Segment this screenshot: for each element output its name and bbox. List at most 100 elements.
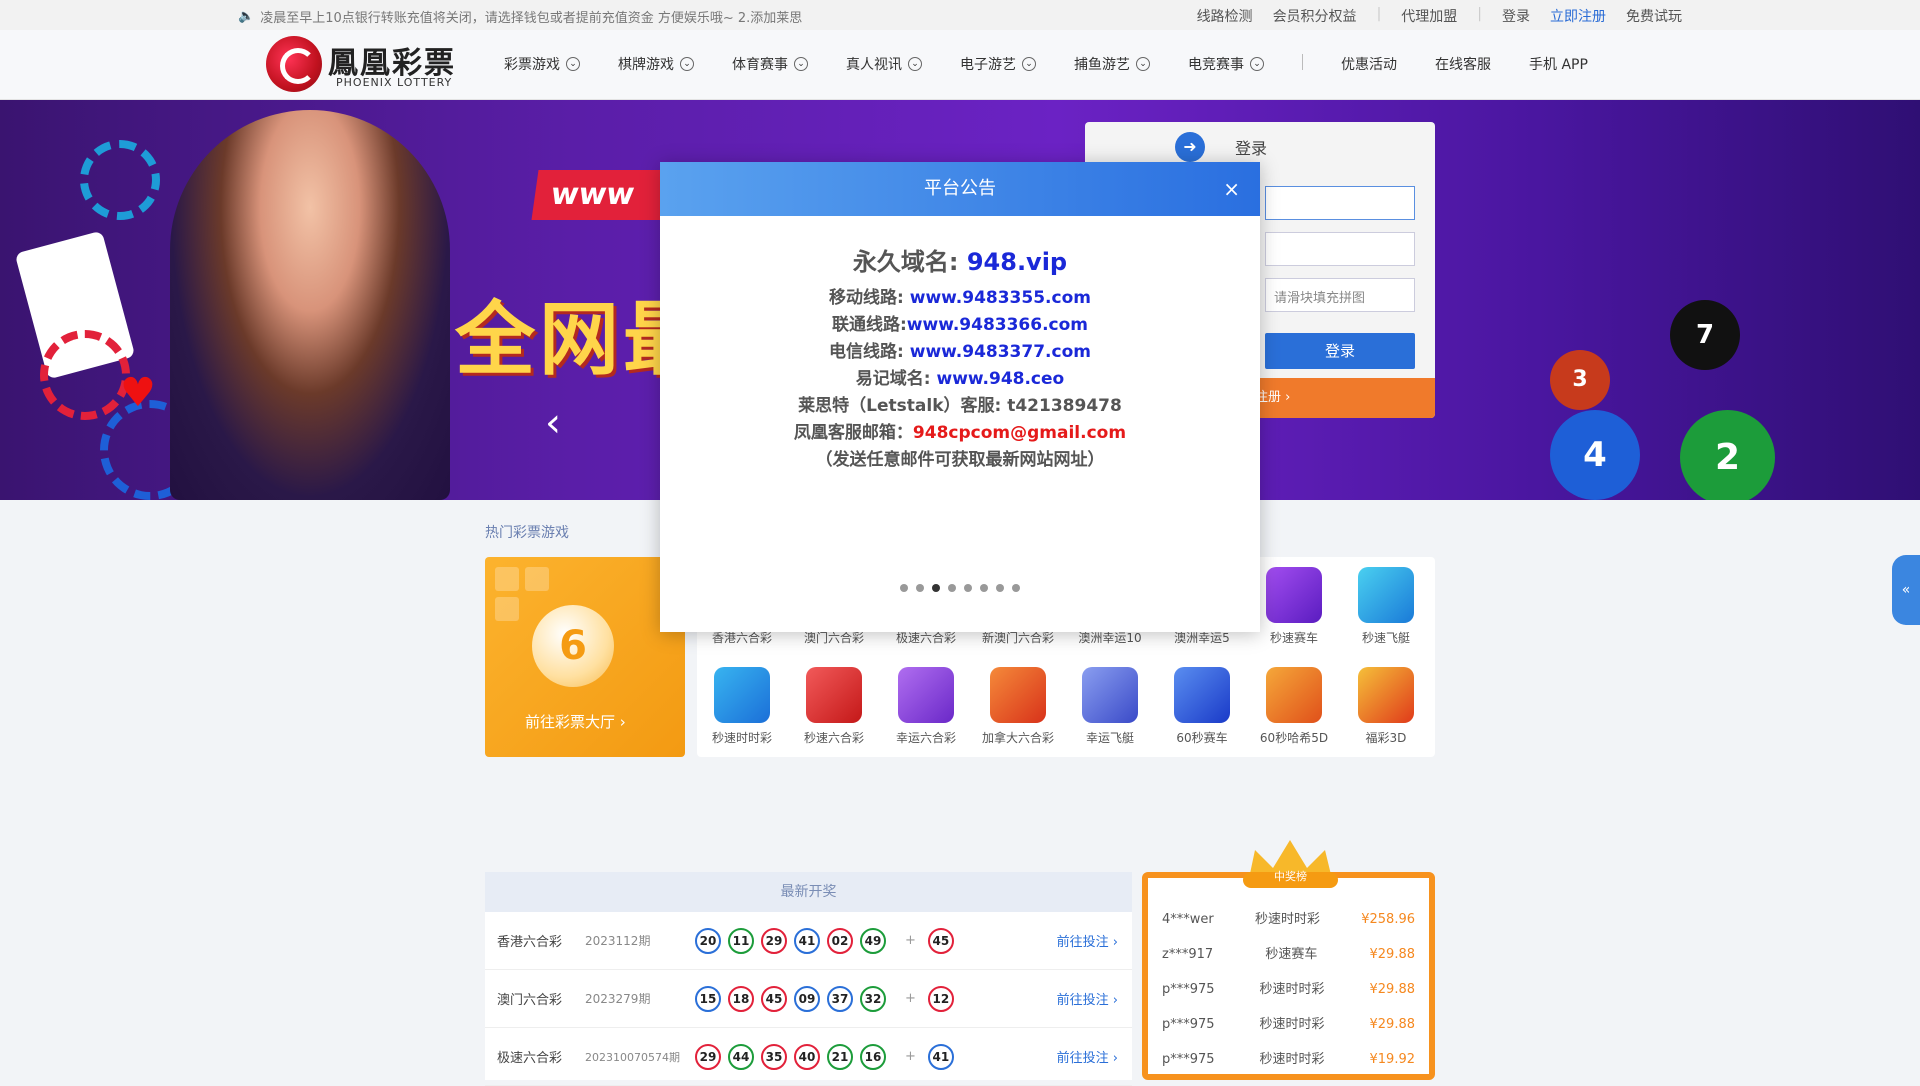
special-ball: 45 bbox=[927, 927, 954, 954]
plus-icon: + bbox=[905, 991, 916, 1006]
carousel-dots bbox=[660, 584, 1260, 592]
chevron-down-icon: ⌄ bbox=[1022, 57, 1036, 71]
game-tile[interactable]: 幸运飞艇 bbox=[1070, 667, 1150, 746]
link-free-trial[interactable]: 免费试玩 bbox=[1626, 6, 1682, 26]
race-flag-icon bbox=[1174, 667, 1230, 723]
game-tile[interactable]: 秒速飞艇 bbox=[1346, 567, 1426, 646]
number-ball: 44 bbox=[728, 1043, 754, 1070]
carousel-dot-active[interactable] bbox=[932, 584, 940, 592]
game-tile[interactable]: 秒速赛车 bbox=[1254, 567, 1334, 646]
go-bet-link[interactable]: 前往投注 › bbox=[1057, 1047, 1118, 1066]
table-row: 香港六合彩 2023112期 20 11 29 41 02 49 + 45 前往… bbox=[485, 912, 1132, 970]
link-register[interactable]: 立即注册 bbox=[1550, 6, 1606, 26]
number-ball: 49 bbox=[860, 927, 886, 954]
password-input[interactable] bbox=[1265, 232, 1415, 266]
permanent-domain: 永久域名: 948.vip bbox=[660, 242, 1260, 277]
plus-icon: + bbox=[905, 933, 916, 948]
nav-label: 在线客服 bbox=[1435, 57, 1491, 73]
nav-live[interactable]: 真人视讯 ⌄ bbox=[846, 54, 922, 74]
domain-link[interactable]: 948.vip bbox=[967, 248, 1067, 276]
go-bet-link[interactable]: 前往投注 › bbox=[1057, 989, 1118, 1008]
number-ball: 37 bbox=[827, 985, 853, 1012]
nav-slots[interactable]: 电子游艺 ⌄ bbox=[960, 54, 1036, 74]
speedboat-icon bbox=[1358, 567, 1414, 623]
special-ball: 41 bbox=[927, 1043, 954, 1070]
winner-user: 4***wer bbox=[1162, 912, 1214, 927]
label: 永久域名: bbox=[852, 248, 967, 276]
list-item: p***975 秒速时时彩 ¥19.92 bbox=[1148, 1042, 1429, 1077]
game-tile[interactable]: 60秒哈希5D bbox=[1254, 667, 1334, 746]
carousel-prev-icon[interactable]: ‹ bbox=[545, 400, 561, 446]
nav-mobile-app[interactable]: 手机 APP bbox=[1529, 54, 1588, 74]
model-image bbox=[170, 110, 450, 500]
go-bet-link[interactable]: 前往投注 › bbox=[1057, 931, 1118, 950]
game-tile[interactable]: 福彩3D bbox=[1346, 667, 1426, 746]
nav-fishing[interactable]: 捕鱼游艺 ⌄ bbox=[1074, 54, 1150, 74]
link-line-check[interactable]: 线路检测 bbox=[1197, 6, 1253, 26]
lottery-ball-icon: 6 bbox=[532, 605, 614, 687]
carousel-dot[interactable] bbox=[964, 584, 972, 592]
winner-user: z***917 bbox=[1162, 947, 1214, 962]
nav-label: 电子游艺 bbox=[960, 57, 1016, 73]
carousel-dot[interactable] bbox=[900, 584, 908, 592]
winners-board: 中奖榜 4***wer 秒速时时彩 ¥258.96 z***917 秒速赛车 ¥29.8… bbox=[1142, 840, 1435, 1080]
url-link[interactable]: www.9483377.com bbox=[910, 342, 1091, 362]
heart-icon: ♥ bbox=[120, 370, 156, 416]
game-label: 秒速时时彩 bbox=[711, 731, 772, 745]
line-telecom: 电信线路: www.9483377.com bbox=[660, 339, 1260, 366]
draw-period: 202310070574期 bbox=[585, 1050, 680, 1064]
nav-support[interactable]: 在线客服 bbox=[1435, 54, 1491, 74]
lottery-hall-card[interactable]: 6 前往彩票大厅 › bbox=[485, 557, 685, 757]
site-logo[interactable]: 鳳凰彩票 PHOENIX LOTTERY bbox=[266, 34, 456, 94]
nav-chess[interactable]: 棋牌游戏 ⌄ bbox=[618, 54, 694, 74]
notice-text: 凌晨至早上10点银行转账充值将关闭，请选择钱包或者提前充值资金 方便娱乐哦~ 2… bbox=[260, 11, 803, 26]
number-ball: 20 bbox=[695, 927, 721, 954]
carousel-dot[interactable] bbox=[1012, 584, 1020, 592]
link-member-points[interactable]: 会员积分权益 bbox=[1273, 6, 1357, 26]
nav-sports[interactable]: 体育赛事 ⌄ bbox=[732, 54, 808, 74]
username-input[interactable] bbox=[1265, 186, 1415, 220]
lottery-balls-image: 3 7 4 2 bbox=[1450, 300, 1780, 500]
chevron-down-icon: ⌄ bbox=[1136, 57, 1150, 71]
number-ball: 41 bbox=[794, 927, 820, 954]
carousel-dot[interactable] bbox=[980, 584, 988, 592]
url-link[interactable]: www.948.ceo bbox=[937, 369, 1065, 389]
announcement-modal: 平台公告 × 永久域名: 948.vip 移动线路: www.9483355.c… bbox=[660, 162, 1260, 632]
url-link[interactable]: www.9483366.com bbox=[907, 315, 1088, 335]
link-login[interactable]: 登录 bbox=[1502, 6, 1530, 26]
game-tile[interactable]: 秒速六合彩 bbox=[794, 667, 874, 746]
poker-chip-image bbox=[40, 330, 130, 420]
go-lottery-hall-link[interactable]: 前往彩票大厅 › bbox=[525, 711, 626, 732]
nav-lottery[interactable]: 彩票游戏 ⌄ bbox=[504, 54, 580, 74]
game-icon bbox=[806, 667, 862, 723]
nav-esports[interactable]: 电竞赛事 ⌄ bbox=[1188, 54, 1264, 74]
number-ball: 16 bbox=[860, 1043, 886, 1070]
game-tile[interactable]: 加拿大六合彩 bbox=[978, 667, 1058, 746]
game-tile[interactable]: 60秒赛车 bbox=[1162, 667, 1242, 746]
decor-square bbox=[495, 567, 519, 591]
game-label: 香港六合彩 bbox=[711, 631, 772, 645]
game-icon bbox=[1358, 667, 1414, 723]
carousel-dot[interactable] bbox=[916, 584, 924, 592]
captcha-slider[interactable]: 请滑块填充拼图 bbox=[1265, 278, 1415, 312]
draw-name: 香港六合彩 bbox=[497, 935, 563, 950]
number-ball: 29 bbox=[761, 927, 787, 954]
close-icon[interactable]: × bbox=[1223, 162, 1240, 216]
game-tile[interactable]: 幸运六合彩 bbox=[886, 667, 966, 746]
link-agent[interactable]: 代理加盟 bbox=[1401, 6, 1457, 26]
number-ball: 40 bbox=[794, 1043, 820, 1070]
login-button[interactable]: 登录 bbox=[1265, 333, 1415, 369]
url-link[interactable]: www.9483355.com bbox=[910, 288, 1091, 308]
letstalk-support: 莱思特（Letstalk）客服: t421389478 bbox=[798, 396, 1122, 416]
game-tile[interactable]: 秒速时时彩 bbox=[702, 667, 782, 746]
carousel-dot[interactable] bbox=[948, 584, 956, 592]
email-link[interactable]: 948cpcom@gmail.com bbox=[913, 423, 1126, 443]
number-ball: 32 bbox=[860, 985, 886, 1012]
carousel-dot[interactable] bbox=[996, 584, 1004, 592]
nav-promotions[interactable]: 优惠活动 bbox=[1341, 54, 1397, 74]
side-collapse-tab[interactable]: « bbox=[1892, 555, 1920, 625]
nav-label: 彩票游戏 bbox=[504, 57, 560, 73]
winner-amount: ¥29.88 bbox=[1369, 1017, 1416, 1032]
chevron-down-icon: ⌄ bbox=[1250, 57, 1264, 71]
game-label: 福彩3D bbox=[1365, 731, 1407, 745]
